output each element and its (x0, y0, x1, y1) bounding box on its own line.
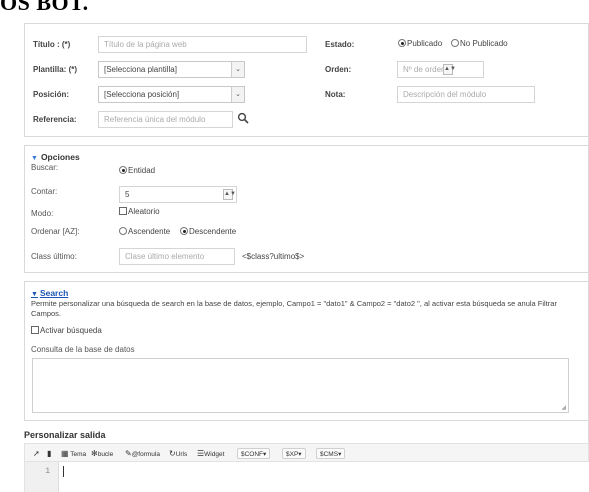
trash-icon[interactable]: ▮ (47, 448, 51, 459)
xp-dropdown[interactable]: $XP▾ (282, 448, 306, 459)
chevron-down-icon: ⌄ (231, 87, 244, 102)
estado-radio-publicado[interactable]: Publicado (398, 39, 442, 48)
stepper-icon[interactable]: ▲▼ (223, 189, 236, 200)
opciones-panel: ▼ Opciones Buscar: Entidad Contar: 5 ▲▼ M… (24, 145, 589, 273)
ordenar-label: Ordenar [AZ]: (31, 227, 80, 236)
grid-icon: ▦ (61, 449, 69, 458)
estado-radio-no-publicado[interactable]: No Publicado (451, 39, 508, 48)
personalizar-salida-heading: Personalizar salida (24, 430, 106, 440)
plantilla-label: Plantilla: (*) (33, 65, 78, 74)
formula-button[interactable]: ✎@formula (125, 448, 160, 459)
chevron-down-icon: ⌄ (231, 62, 244, 77)
resize-grip-icon[interactable]: ◢ (561, 404, 566, 411)
editor-gutter: 1 (25, 462, 59, 492)
nota-input[interactable]: Descripción del módulo (397, 86, 535, 103)
search-toggle[interactable]: ▼ Search (31, 288, 68, 298)
checkbox-icon (31, 326, 39, 334)
collapse-triangle-icon: ▼ (31, 155, 38, 162)
titulo-label: Título : (*) (33, 40, 71, 49)
conf-dropdown[interactable]: $CONF▾ (237, 448, 271, 459)
ordenar-radio-ascendente[interactable]: Ascendente (119, 227, 170, 236)
contar-label: Contar: (31, 187, 58, 196)
opciones-toggle[interactable]: ▼ Opciones (31, 152, 80, 162)
consulta-textarea[interactable]: ◢ (32, 358, 569, 413)
collapse-triangle-icon: ▼ (31, 291, 38, 298)
buscar-radio-entidad[interactable]: Entidad (119, 166, 155, 175)
bucle-button[interactable]: ✻bucle (91, 448, 113, 459)
caret-down-icon: ▾ (338, 451, 342, 458)
nota-label: Nota: (325, 90, 346, 99)
refresh-icon: ↻ (169, 449, 176, 458)
posicion-select-value: [Selecciona posición] (104, 90, 180, 99)
class-ultimo-label: Class último: (31, 252, 77, 261)
text-cursor (63, 466, 64, 477)
estado-label: Estado: (325, 40, 355, 49)
cms-dropdown[interactable]: $CMS▾ (316, 448, 346, 459)
radio-selected-icon (180, 227, 188, 235)
contar-input[interactable]: 5 ▲▼ (119, 186, 237, 203)
tema-button[interactable]: ▦ Tema (61, 448, 86, 459)
search-icon[interactable] (237, 112, 249, 126)
referencia-input[interactable]: Referencia única del módulo (98, 111, 233, 128)
orden-label: Orden: (325, 65, 352, 74)
page-heading-fragment: OS BOT. (0, 0, 89, 15)
magic-wand-icon[interactable]: ➚ (33, 448, 40, 459)
ordenar-radio-descendente[interactable]: Descendente (180, 227, 236, 236)
modo-label: Modo: (31, 209, 54, 218)
class-ultimo-hint: <$class?ultimo$> (242, 252, 305, 261)
orden-input[interactable]: Nº de orden ▲▼ (397, 61, 484, 78)
line-number: 1 (45, 467, 50, 476)
radio-selected-icon (119, 166, 127, 174)
editor-toolbar: ➚ ▮ ▦ Tema ✻bucle ✎@formula ↻Urls ☰Widge… (24, 443, 589, 462)
orden-placeholder: Nº de orden (403, 65, 446, 74)
class-ultimo-input[interactable]: Clase último elemento (119, 248, 235, 265)
radio-selected-icon (398, 39, 406, 47)
posicion-select[interactable]: [Selecciona posición] ⌄ (98, 86, 245, 103)
search-description: Permite personalizar una búsqueda de sea… (31, 299, 557, 318)
titulo-input[interactable]: Título de la página web (98, 36, 307, 53)
search-panel: ▼ Search Permite personalizar una búsqued… (24, 281, 589, 421)
radio-icon (119, 227, 127, 235)
plantilla-select-value: [Selecciona plantilla] (104, 65, 177, 74)
code-editor[interactable]: 1 (24, 462, 589, 492)
radio-icon (451, 39, 459, 47)
referencia-label: Referencia: (33, 115, 77, 124)
consulta-label: Consulta de la base de datos (31, 345, 135, 354)
stepper-icon[interactable]: ▲▼ (443, 64, 456, 75)
widget-button[interactable]: ☰Widget (197, 448, 224, 459)
caret-down-icon: ▾ (263, 451, 267, 458)
posicion-label: Posición: (33, 90, 70, 99)
buscar-label: Buscar: (31, 163, 59, 172)
contar-value: 5 (125, 190, 130, 199)
modo-checkbox-aleatorio[interactable]: Aleatorio (119, 207, 160, 216)
urls-button[interactable]: ↻Urls (169, 448, 187, 459)
pencil-icon: ✎ (125, 449, 132, 458)
caret-down-icon: ▾ (298, 451, 302, 458)
checkbox-icon (119, 207, 127, 215)
gear-icon: ✻ (91, 449, 98, 458)
general-fields-panel: Título : (*) Título de la página web Pla… (24, 23, 589, 137)
plantilla-select[interactable]: [Selecciona plantilla] ⌄ (98, 61, 245, 78)
activar-busqueda-checkbox[interactable]: Activar búsqueda (31, 326, 102, 335)
